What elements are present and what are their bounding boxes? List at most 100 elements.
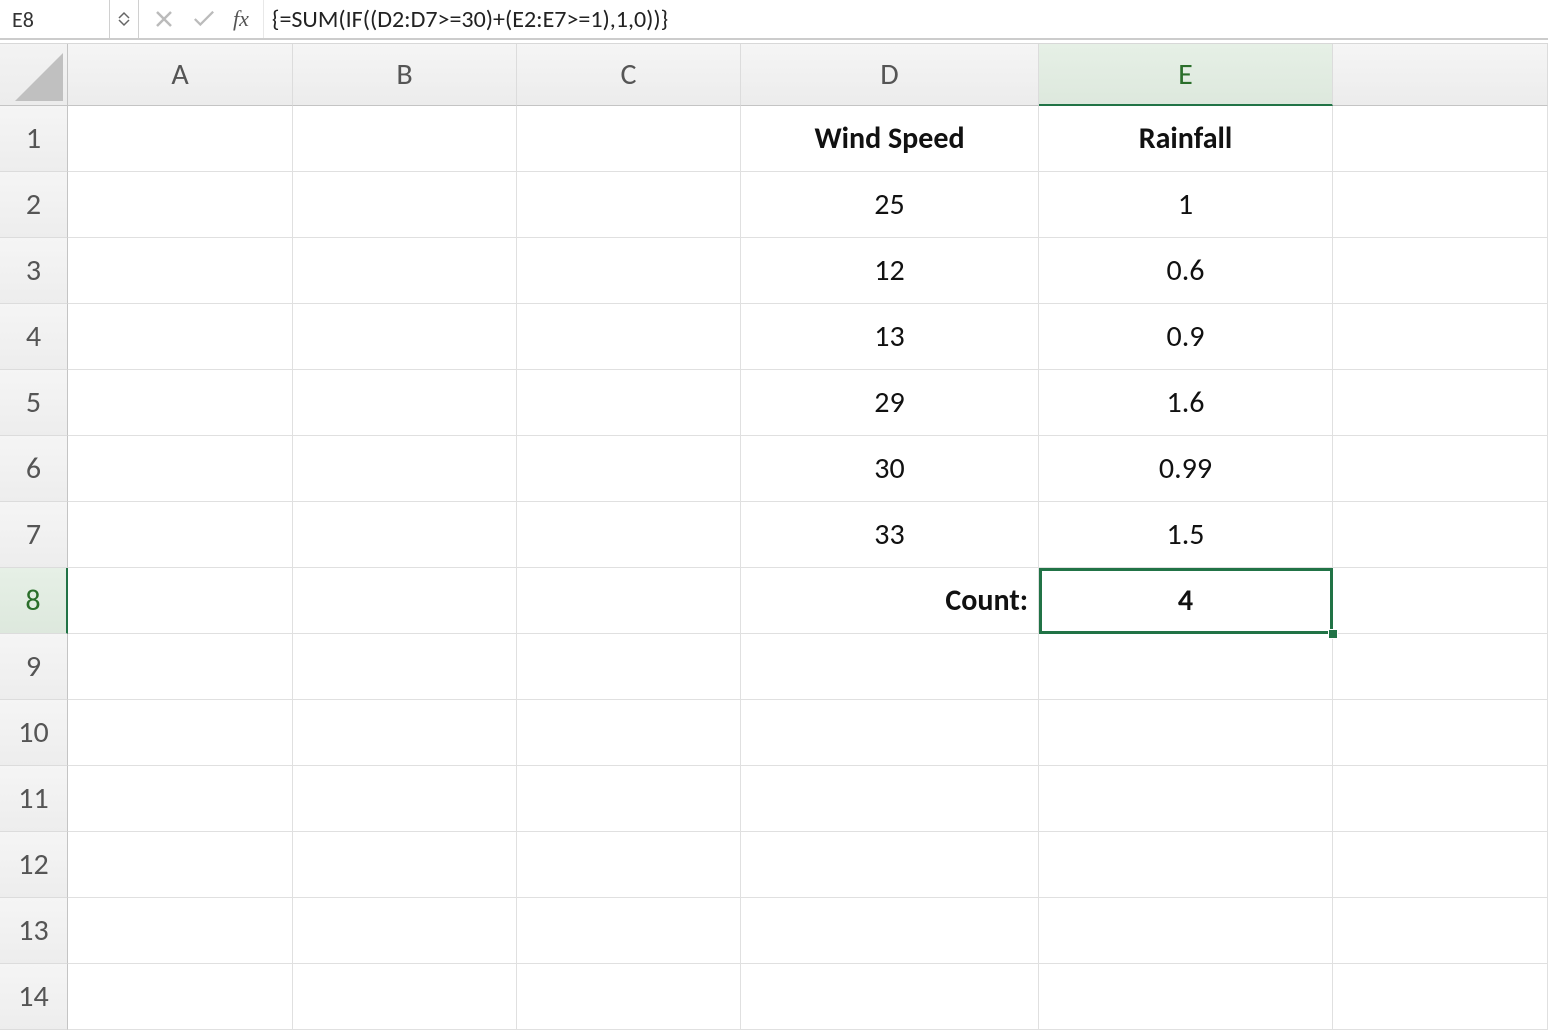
row-header-11[interactable]: 11	[0, 766, 68, 832]
cell-C2[interactable]	[517, 172, 741, 238]
cell-D14[interactable]	[741, 964, 1039, 1030]
row-header-10[interactable]: 10	[0, 700, 68, 766]
name-box[interactable]: E8	[0, 0, 110, 38]
cell-E9[interactable]	[1039, 634, 1333, 700]
name-box-stepper[interactable]	[110, 0, 139, 38]
cell-A11[interactable]	[68, 766, 293, 832]
cell-E3[interactable]: 0.6	[1039, 238, 1333, 304]
col-header-F[interactable]	[1333, 44, 1548, 106]
cancel-icon[interactable]	[153, 8, 175, 30]
cell-F8[interactable]	[1333, 568, 1548, 634]
cell-E6[interactable]: 0.99	[1039, 436, 1333, 502]
cell-B12[interactable]	[293, 832, 517, 898]
cell-B5[interactable]	[293, 370, 517, 436]
row-header-5[interactable]: 5	[0, 370, 68, 436]
col-header-E[interactable]: E	[1039, 44, 1333, 106]
cell-B10[interactable]	[293, 700, 517, 766]
cell-B1[interactable]	[293, 106, 517, 172]
row-header-1[interactable]: 1	[0, 106, 68, 172]
cell-D4[interactable]: 13	[741, 304, 1039, 370]
cell-D13[interactable]	[741, 898, 1039, 964]
cell-B2[interactable]	[293, 172, 517, 238]
cell-D8[interactable]: Count:	[741, 568, 1039, 634]
col-header-B[interactable]: B	[293, 44, 517, 106]
cell-B8[interactable]	[293, 568, 517, 634]
cell-C6[interactable]	[517, 436, 741, 502]
cell-E2[interactable]: 1	[1039, 172, 1333, 238]
cell-C1[interactable]	[517, 106, 741, 172]
cell-F10[interactable]	[1333, 700, 1548, 766]
formula-input[interactable]: {=SUM(IF((D2:D7>=30)+(E2:E7>=1),1,0))}	[263, 0, 1548, 38]
row-header-14[interactable]: 14	[0, 964, 68, 1030]
cell-D5[interactable]: 29	[741, 370, 1039, 436]
cell-A8[interactable]	[68, 568, 293, 634]
cell-B4[interactable]	[293, 304, 517, 370]
row-header-13[interactable]: 13	[0, 898, 68, 964]
cell-C5[interactable]	[517, 370, 741, 436]
col-header-A[interactable]: A	[68, 44, 293, 106]
row-header-9[interactable]: 9	[0, 634, 68, 700]
cell-F5[interactable]	[1333, 370, 1548, 436]
cell-C9[interactable]	[517, 634, 741, 700]
cell-A12[interactable]	[68, 832, 293, 898]
row-header-7[interactable]: 7	[0, 502, 68, 568]
cell-A5[interactable]	[68, 370, 293, 436]
cell-A2[interactable]	[68, 172, 293, 238]
cell-D2[interactable]: 25	[741, 172, 1039, 238]
row-header-12[interactable]: 12	[0, 832, 68, 898]
cell-B7[interactable]	[293, 502, 517, 568]
cell-F1[interactable]	[1333, 106, 1548, 172]
cell-F2[interactable]	[1333, 172, 1548, 238]
cell-C10[interactable]	[517, 700, 741, 766]
confirm-icon[interactable]	[193, 8, 215, 30]
cell-A9[interactable]	[68, 634, 293, 700]
cell-C13[interactable]	[517, 898, 741, 964]
cell-E10[interactable]	[1039, 700, 1333, 766]
cell-B6[interactable]	[293, 436, 517, 502]
cell-D6[interactable]: 30	[741, 436, 1039, 502]
cell-E5[interactable]: 1.6	[1039, 370, 1333, 436]
cell-C7[interactable]	[517, 502, 741, 568]
cell-E14[interactable]	[1039, 964, 1333, 1030]
cell-D7[interactable]: 33	[741, 502, 1039, 568]
cell-C11[interactable]	[517, 766, 741, 832]
cell-D10[interactable]	[741, 700, 1039, 766]
fill-handle[interactable]	[1328, 629, 1338, 639]
cell-B3[interactable]	[293, 238, 517, 304]
cell-C8[interactable]	[517, 568, 741, 634]
col-header-D[interactable]: D	[741, 44, 1039, 106]
cell-C3[interactable]	[517, 238, 741, 304]
cell-D12[interactable]	[741, 832, 1039, 898]
cell-F4[interactable]	[1333, 304, 1548, 370]
row-header-2[interactable]: 2	[0, 172, 68, 238]
cell-F12[interactable]	[1333, 832, 1548, 898]
cell-F6[interactable]	[1333, 436, 1548, 502]
cell-A3[interactable]	[68, 238, 293, 304]
cell-E4[interactable]: 0.9	[1039, 304, 1333, 370]
cell-A13[interactable]	[68, 898, 293, 964]
row-header-8[interactable]: 8	[0, 568, 68, 634]
cell-C4[interactable]	[517, 304, 741, 370]
cell-D1[interactable]: Wind Speed	[741, 106, 1039, 172]
cell-C14[interactable]	[517, 964, 741, 1030]
cell-A7[interactable]	[68, 502, 293, 568]
cell-E12[interactable]	[1039, 832, 1333, 898]
cell-F3[interactable]	[1333, 238, 1548, 304]
cell-B11[interactable]	[293, 766, 517, 832]
cell-E13[interactable]	[1039, 898, 1333, 964]
cell-F9[interactable]	[1333, 634, 1548, 700]
cell-F13[interactable]	[1333, 898, 1548, 964]
cell-E1[interactable]: Rainfall	[1039, 106, 1333, 172]
cell-F11[interactable]	[1333, 766, 1548, 832]
cell-B14[interactable]	[293, 964, 517, 1030]
cell-A6[interactable]	[68, 436, 293, 502]
cell-C12[interactable]	[517, 832, 741, 898]
cell-D11[interactable]	[741, 766, 1039, 832]
cell-E7[interactable]: 1.5	[1039, 502, 1333, 568]
cell-B9[interactable]	[293, 634, 517, 700]
cell-E8[interactable]: 4	[1039, 568, 1333, 634]
row-header-3[interactable]: 3	[0, 238, 68, 304]
row-header-4[interactable]: 4	[0, 304, 68, 370]
cell-A10[interactable]	[68, 700, 293, 766]
fx-label[interactable]: fx	[233, 6, 249, 32]
